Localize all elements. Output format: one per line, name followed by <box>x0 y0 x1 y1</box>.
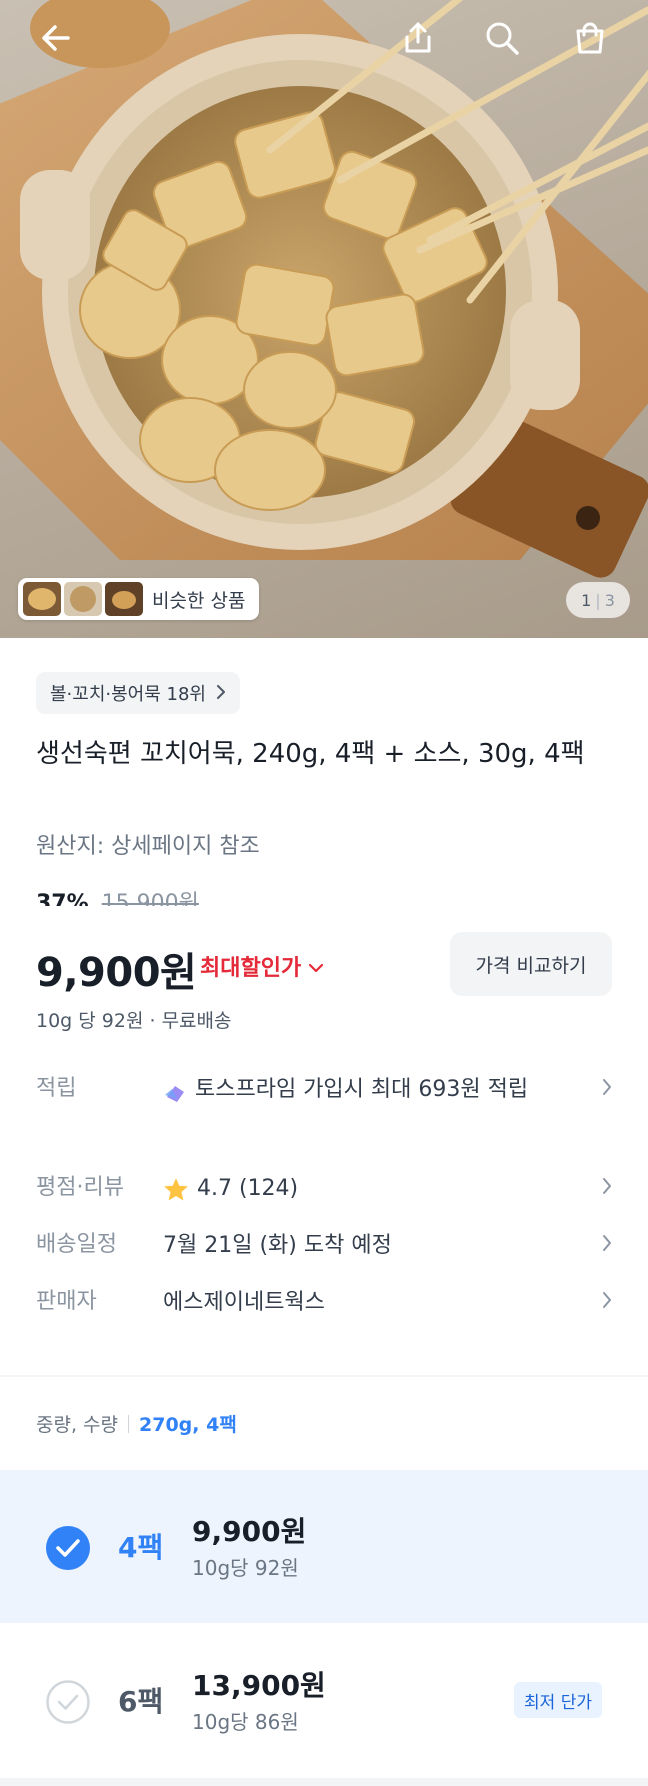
section-divider <box>0 1375 648 1377</box>
chevron-right-icon <box>602 1078 612 1100</box>
delivery-value: 7월 21일 (화) 도착 예정 <box>163 1233 392 1258</box>
similar-thumbnail <box>23 582 61 616</box>
counter-separator: | <box>595 590 601 610</box>
product-title: 생선숙편 꼬치어묵, 240g, 4팩 + 소스, 30g, 4팩 <box>36 739 585 769</box>
category-rank-chip[interactable]: 볼·꼬치·봉어묵 18위 <box>36 672 240 714</box>
origin-text: 원산지: 상세페이지 참조 <box>36 834 260 859</box>
unit-price-shipping: 10g 당 92원 · 무료배송 <box>36 1010 232 1032</box>
option-header: 중량, 수량 270g, 4팩 <box>36 1410 237 1437</box>
chevron-right-icon <box>602 1291 612 1313</box>
counter-current: 1 <box>581 590 592 610</box>
product-photo <box>0 0 648 578</box>
chevron-right-icon <box>602 1234 612 1256</box>
option-header-divider <box>128 1414 129 1433</box>
similar-thumbnail <box>64 582 102 616</box>
product-image-gallery[interactable]: 비슷한 상품 1 | 3 <box>0 0 648 638</box>
option-key: 중량, 수량 <box>36 1414 118 1436</box>
option-item-6pack[interactable]: 6팩 13,900원 10g당 86원 최저 단가 <box>0 1624 648 1777</box>
discount-row: 37% 15,900원 <box>36 890 199 906</box>
counter-total: 3 <box>604 590 615 610</box>
rating-value: 4.7 (124) <box>197 1176 299 1201</box>
option-qty: 6팩 <box>118 1685 164 1718</box>
unchecked-circle-icon <box>46 1680 90 1728</box>
search-button[interactable] <box>476 14 528 66</box>
toss-prime-icon <box>163 1079 187 1119</box>
bottom-divider <box>0 1778 648 1786</box>
rating-key: 평점·리뷰 <box>36 1175 124 1200</box>
points-row[interactable]: 적립 토스프라임 가입시 최대 693원 적립 <box>36 1070 612 1119</box>
points-value: 토스프라임 가입시 최대 693원 적립 <box>195 1077 529 1102</box>
cart-button[interactable] <box>564 14 616 66</box>
option-price: 9,900원 <box>192 1515 307 1548</box>
top-navigation-bar <box>0 0 648 82</box>
delivery-row[interactable]: 배송일정 7월 21일 (화) 도착 예정 <box>36 1226 612 1266</box>
rating-row[interactable]: 평점·리뷰 4.7 (124) <box>36 1169 612 1216</box>
rank-label: 볼·꼬치·봉어묵 18위 <box>50 684 206 705</box>
seller-row[interactable]: 판매자 에스제이네트웍스 <box>36 1283 612 1323</box>
delivery-key: 배송일정 <box>36 1232 117 1257</box>
option-price: 13,900원 <box>192 1669 326 1702</box>
chevron-right-icon <box>602 1177 612 1199</box>
seller-key: 판매자 <box>36 1289 97 1314</box>
option-qty: 4팩 <box>118 1531 164 1564</box>
max-discount-toggle[interactable]: 최대할인가 <box>200 950 324 982</box>
similar-products-button[interactable]: 비슷한 상품 <box>18 578 260 620</box>
option-selected-value: 270g, 4팩 <box>139 1414 237 1436</box>
arrow-left-icon <box>38 20 74 60</box>
share-button[interactable] <box>392 14 444 66</box>
share-icon <box>400 20 436 60</box>
max-discount-label: 최대할인가 <box>200 956 302 981</box>
option-item-4pack[interactable]: 4팩 9,900원 10g당 92원 <box>0 1470 648 1623</box>
original-price: 15,900원 <box>101 891 199 906</box>
checked-circle-icon <box>46 1526 90 1574</box>
shopping-bag-icon <box>572 20 608 60</box>
points-key: 적립 <box>36 1076 77 1101</box>
chevron-down-icon <box>309 954 324 979</box>
search-icon <box>484 20 520 60</box>
image-counter: 1 | 3 <box>566 582 630 618</box>
compare-price-button[interactable]: 가격 비교하기 <box>450 932 612 996</box>
option-unit-price: 10g당 92원 <box>192 1556 299 1580</box>
similar-thumbnail <box>105 582 143 616</box>
seller-value: 에스제이네트웍스 <box>163 1290 325 1315</box>
similar-products-label: 비슷한 상품 <box>152 589 246 612</box>
sale-price: 9,900원 <box>36 950 197 996</box>
back-button[interactable] <box>30 14 82 66</box>
discount-percent: 37% <box>36 891 89 906</box>
option-unit-price: 10g당 86원 <box>192 1710 299 1734</box>
chevron-right-icon <box>216 683 226 704</box>
star-icon <box>163 1176 189 1216</box>
lowest-unit-price-badge: 최저 단가 <box>514 1682 602 1718</box>
